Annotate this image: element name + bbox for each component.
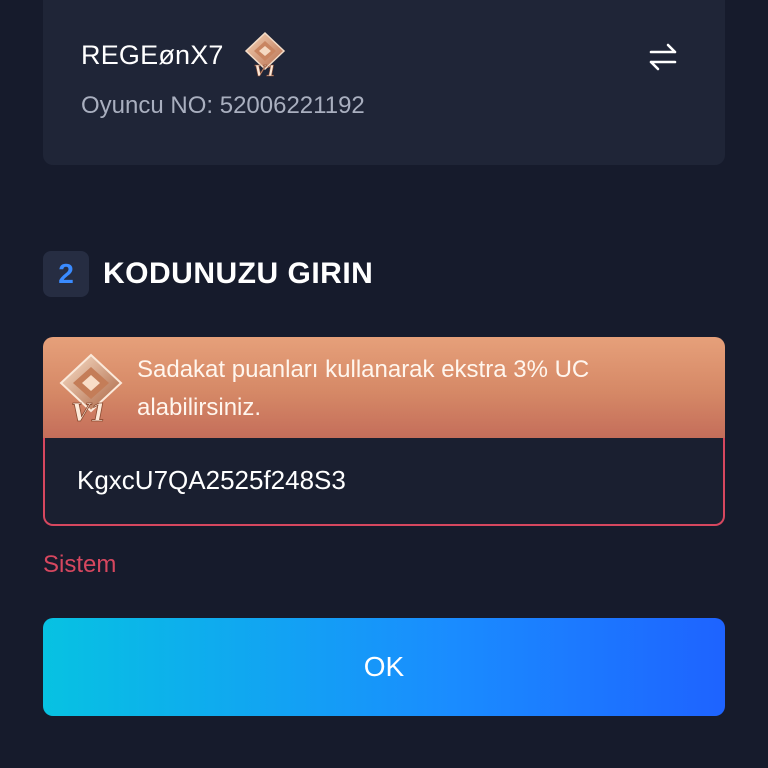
loyalty-badge-label: V1 xyxy=(71,398,106,427)
ok-button[interactable]: OK xyxy=(43,618,725,716)
v1-tier-badge-icon: V1 xyxy=(244,31,285,80)
swap-arrows-icon[interactable] xyxy=(646,40,680,74)
player-name-row: REGEønX7 V1 xyxy=(81,30,290,80)
error-message: Sistem xyxy=(43,551,117,578)
player-name: REGEønX7 xyxy=(81,39,224,70)
step-number: 2 xyxy=(43,251,89,297)
redeem-page: REGEønX7 V1 Oyuncu NO: 52006221192 2 KOD… xyxy=(0,0,768,768)
loyalty-banner: V1 Sadakat puanları kullanarak ekstra 3%… xyxy=(43,337,725,439)
player-id: Oyuncu NO: 52006221192 xyxy=(81,92,365,119)
step-header: 2 KODUNUZU GIRIN xyxy=(43,251,373,297)
code-input-container xyxy=(43,438,725,526)
player-card: REGEønX7 V1 Oyuncu NO: 52006221192 xyxy=(43,0,725,165)
tier-badge-label: V1 xyxy=(254,62,276,80)
loyalty-message: Sadakat puanları kullanarak ekstra 3% UC… xyxy=(137,356,590,421)
redeem-code-input[interactable] xyxy=(77,460,677,500)
v1-tier-badge-icon: V1 xyxy=(59,353,123,427)
step-title: KODUNUZU GIRIN xyxy=(103,257,374,290)
